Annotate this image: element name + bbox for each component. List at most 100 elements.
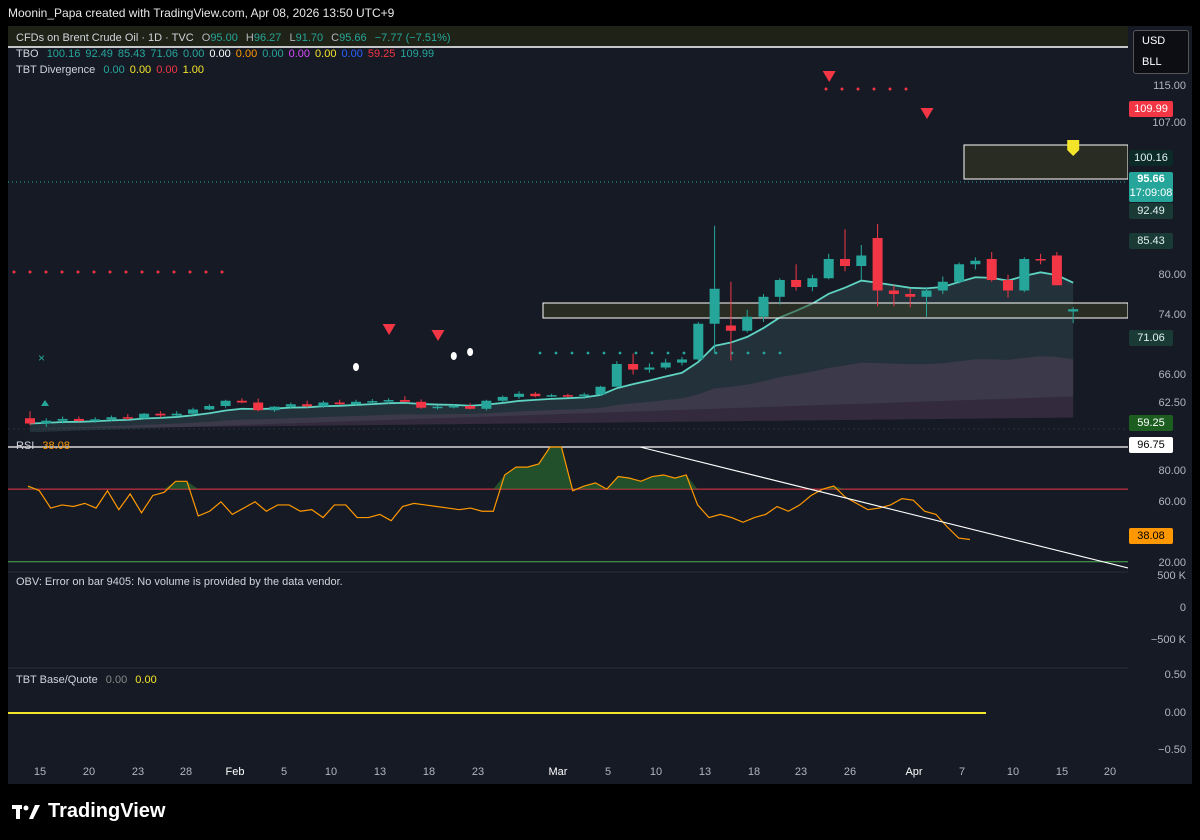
candle: [954, 262, 965, 284]
tbt-base-quote-axis-label: −0.50: [1158, 744, 1186, 756]
candle-body: [122, 417, 133, 419]
tbt-base-quote-legend: TBT Base/Quote 0.00 0.00: [16, 674, 162, 686]
time-axis-label: 28: [179, 766, 193, 778]
resistance-dot: [188, 270, 192, 274]
candle-body: [579, 394, 590, 396]
rsi-axis-label: 60.00: [1158, 496, 1186, 508]
tbo-value: 100.16: [46, 48, 81, 60]
white-signal-dot: [353, 363, 359, 371]
candle-body: [611, 364, 622, 387]
high-value: 96.27: [253, 32, 282, 44]
candle-body: [399, 400, 410, 402]
candle: [709, 225, 720, 354]
candle-body: [204, 406, 215, 410]
rsi-overbought-fill: [28, 447, 970, 490]
candle: [856, 245, 867, 280]
currency-selector[interactable]: USD BLL: [1133, 30, 1189, 74]
candle: [823, 253, 834, 280]
candle-body: [937, 281, 948, 291]
candle-body: [905, 294, 916, 297]
resistance-dot: [44, 270, 48, 274]
tbo-value: 59.25: [367, 48, 396, 60]
candle: [1035, 253, 1046, 265]
candle-body: [481, 400, 492, 409]
rsi-trendline: [639, 446, 1128, 569]
unit-label[interactable]: BLL: [1134, 52, 1188, 73]
candle-body: [73, 418, 84, 422]
high-label: H: [245, 32, 254, 44]
tbt-divergence-value: 0.00: [156, 64, 178, 76]
symbol-name: CFDs on Brent Crude Oil · 1D · TVC: [16, 32, 194, 44]
resistance-dot: [156, 270, 160, 274]
candle: [660, 358, 671, 370]
resistance-dot: [124, 270, 128, 274]
candle-body: [285, 404, 296, 407]
candle-body: [1019, 259, 1030, 291]
white-signal-dot: [467, 348, 474, 356]
top-dot: [824, 87, 828, 91]
resistance-dot: [76, 270, 80, 274]
rsi-label: RSI: [16, 440, 35, 452]
time-axis-label: 23: [794, 766, 808, 778]
candle-body: [644, 367, 655, 370]
cross-marker: ×: [38, 351, 45, 365]
rsi-value: 38.08: [42, 440, 70, 452]
price-axis-label: 62.50: [1158, 397, 1186, 409]
bullish-marker: [41, 400, 49, 406]
currency-label[interactable]: USD: [1134, 31, 1188, 52]
supply-zone-lower: [542, 302, 1128, 319]
resistance-dot: [92, 270, 96, 274]
chart-area[interactable]: ×: [8, 26, 1128, 784]
support-dot: [778, 351, 782, 355]
rsi-current-tag: 38.08: [1129, 528, 1173, 544]
open-value: 95.00: [210, 32, 238, 44]
chart-svg[interactable]: ×: [8, 26, 1128, 784]
close-label: C: [331, 32, 340, 44]
obv-legend: OBV: Error on bar 9405: No volume is pro…: [16, 576, 343, 588]
tbo-legend: TBO 100.16 92.49 85.43 71.06 0.00 0.00 0.00 0.0…: [16, 48, 444, 60]
obv-axis-label: 0: [1179, 602, 1186, 614]
candle: [1019, 257, 1030, 293]
time-axis-label: 26: [843, 766, 857, 778]
high-price-tag: 109.99: [1129, 101, 1173, 117]
candle-body: [416, 401, 427, 408]
time-axis-label: 7: [958, 766, 966, 778]
top-dot: [856, 87, 860, 91]
white-signal-dot: [450, 352, 457, 360]
bearish-divergence-marker: [920, 108, 934, 119]
resistance-dot: [108, 270, 112, 274]
time-axis-label: 18: [422, 766, 436, 778]
candle-body: [253, 402, 264, 411]
support-dot: [650, 351, 654, 355]
tradingview-logo-icon: [12, 804, 40, 819]
time-axis-label: 23: [131, 766, 145, 778]
candle-body: [448, 406, 459, 408]
support-dot: [762, 351, 766, 355]
support-dot: [554, 351, 558, 355]
tbt-base-quote-axis-label: 0.00: [1164, 707, 1186, 719]
candle-body: [220, 400, 231, 406]
candle-body: [693, 323, 704, 360]
candle-body: [530, 393, 541, 397]
rsi-axis-label: 80.00: [1158, 465, 1186, 477]
resistance-dot: [220, 270, 224, 274]
candle-body: [1068, 309, 1079, 312]
time-axis-label: 10: [649, 766, 663, 778]
candle-body: [302, 404, 313, 407]
candle-body: [334, 402, 345, 405]
tbo-values: 100.16 92.49 85.43 71.06 0.00 0.00 0.00 0.00 0.0…: [47, 48, 439, 60]
resistance-dot: [12, 270, 16, 274]
tbo-value: 0.00: [235, 48, 258, 60]
candle-body: [367, 401, 378, 403]
candle: [367, 399, 378, 404]
candle-body: [725, 325, 736, 331]
candle-body: [562, 395, 573, 397]
candle-body: [269, 406, 280, 411]
rsi-top-tag: 96.75: [1129, 437, 1173, 453]
candle-body: [677, 359, 687, 363]
tradingview-logo-text: TradingView: [48, 800, 166, 822]
tradingview-logo[interactable]: TradingView: [12, 800, 165, 823]
candle-body: [236, 400, 247, 403]
time-axis-label: Apr: [905, 766, 923, 778]
candle: [677, 357, 687, 366]
